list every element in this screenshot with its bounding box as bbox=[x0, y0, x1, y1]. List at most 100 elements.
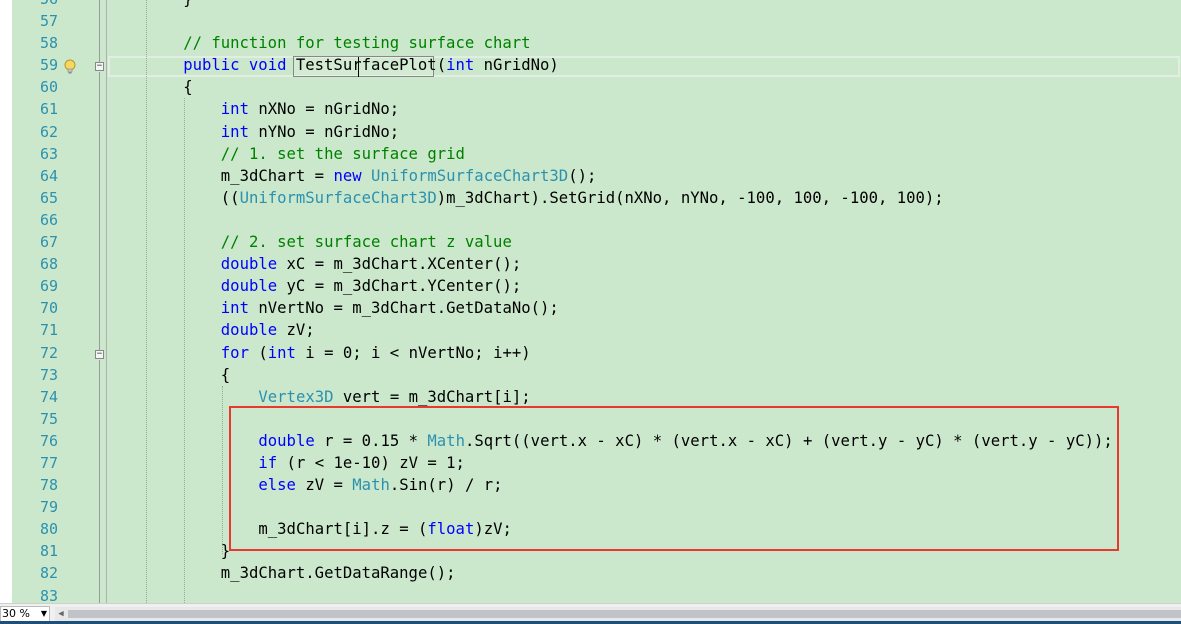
code-text[interactable]: ((UniformSurfaceChart3D)m_3dChart).SetGr… bbox=[221, 187, 944, 209]
keyword-token: int bbox=[267, 343, 296, 362]
code-line[interactable]: 59 public void TestSurfacePlot(int nGridN… bbox=[0, 54, 1181, 76]
code-token: nVertNo = m_3dChart.GetDataNo(); bbox=[248, 299, 559, 318]
code-line[interactable]: 72 for (int i = 0; i < nVertNo; i++) bbox=[0, 342, 1181, 364]
code-line[interactable]: 61 int nXNo = nGridNo; bbox=[0, 98, 1181, 120]
code-text[interactable]: m_3dChart.GetDataRange(); bbox=[221, 562, 456, 584]
horizontal-scrollbar[interactable]: ◀ bbox=[55, 607, 1181, 621]
code-text[interactable]: { bbox=[221, 364, 230, 386]
code-line[interactable]: 62 int nYNo = nGridNo; bbox=[0, 121, 1181, 143]
code-line[interactable]: 66 bbox=[0, 209, 1181, 231]
collapse-icon[interactable]: − bbox=[95, 62, 104, 71]
code-text[interactable]: // function for testing surface chart bbox=[183, 32, 530, 54]
lightbulb-icon[interactable] bbox=[63, 59, 77, 75]
code-text[interactable]: double yC = m_3dChart.YCenter(); bbox=[221, 275, 521, 297]
code-text[interactable]: // 2. set surface chart z value bbox=[221, 231, 512, 253]
keyword-token: public bbox=[183, 56, 240, 75]
code-line[interactable]: 82 m_3dChart.GetDataRange(); bbox=[0, 562, 1181, 584]
comment-token: // function for testing surface chart bbox=[183, 34, 531, 53]
line-number: 59 bbox=[39, 56, 58, 75]
comment-token: // 1. set the surface grid bbox=[220, 144, 465, 163]
line-number: 67 bbox=[39, 233, 58, 252]
code-editor[interactable]: 56} 57 58 // function for testing surface c… bbox=[0, 0, 1181, 603]
code-line[interactable]: 65 ((UniformSurfaceChart3D)m_3dChart).Set… bbox=[0, 187, 1181, 209]
line-number: 66 bbox=[39, 210, 58, 229]
line-number: 56 bbox=[12, 0, 58, 10]
line-number: 82 bbox=[39, 564, 58, 583]
keyword-token: for bbox=[220, 343, 249, 362]
type-token: UniformSurfaceChart3D bbox=[371, 166, 569, 185]
code-text[interactable]: double xC = m_3dChart.XCenter(); bbox=[221, 253, 521, 275]
code-line[interactable]: 64 m_3dChart = new UniformSurfaceChart3D(… bbox=[0, 165, 1181, 187]
collapse-icon[interactable]: − bbox=[95, 350, 104, 359]
line-number: 75 bbox=[39, 409, 58, 428]
code-line[interactable]: 60 { bbox=[0, 76, 1181, 98]
line-number: 77 bbox=[39, 453, 58, 472]
line-number: 73 bbox=[39, 365, 58, 384]
code-line[interactable]: 67 // 2. set surface chart z value bbox=[0, 231, 1181, 253]
line-number: 81 bbox=[39, 542, 58, 561]
zoom-value: 30 % bbox=[2, 607, 30, 620]
chevron-down-icon[interactable]: ▼ bbox=[41, 607, 47, 621]
line-number: 74 bbox=[39, 387, 58, 406]
code-line[interactable]: 69 double yC = m_3dChart.YCenter(); bbox=[0, 275, 1181, 297]
code-token: (); bbox=[568, 166, 597, 185]
line-number: 64 bbox=[39, 166, 58, 185]
line-number: 62 bbox=[39, 122, 58, 141]
line-number: 61 bbox=[39, 100, 58, 119]
indent-guide bbox=[222, 386, 223, 554]
code-token: { bbox=[220, 365, 231, 384]
code-text[interactable]: // 1. set the surface grid bbox=[221, 143, 465, 165]
line-number: 68 bbox=[39, 255, 58, 274]
code-token: TestSurfacePlot( bbox=[286, 56, 447, 75]
line-number: 76 bbox=[39, 431, 58, 450]
line-number: 57 bbox=[39, 12, 58, 31]
code-text[interactable]: { bbox=[183, 76, 192, 98]
code-line[interactable]: 68 double xC = m_3dChart.XCenter(); bbox=[0, 253, 1181, 275]
type-token: UniformSurfaceChart3D bbox=[239, 188, 437, 207]
code-text[interactable]: int nXNo = nGridNo; bbox=[221, 98, 399, 120]
code-token: m_3dChart.GetDataRange(); bbox=[220, 564, 456, 583]
code-token: yC = m_3dChart.YCenter(); bbox=[277, 277, 522, 296]
code-text[interactable]: } bbox=[183, 0, 192, 10]
outline-line bbox=[99, 360, 100, 603]
code-text[interactable]: int nYNo = nGridNo; bbox=[221, 121, 399, 143]
code-line[interactable]: 63 // 1. set the surface grid bbox=[0, 143, 1181, 165]
scrollbar-thumb[interactable] bbox=[68, 610, 1181, 618]
outlining-separator bbox=[106, 0, 107, 603]
code-text[interactable]: m_3dChart = new UniformSurfaceChart3D(); bbox=[221, 165, 597, 187]
line-number: 63 bbox=[39, 144, 58, 163]
code-line[interactable]: 83 bbox=[0, 585, 1181, 603]
code-token: m_3dChart = bbox=[220, 166, 334, 185]
line-number: 71 bbox=[39, 321, 58, 340]
line-number: 79 bbox=[39, 498, 58, 517]
line-number: 72 bbox=[39, 343, 58, 362]
code-token: )m_3dChart).SetGrid(nXNo, nYNo, -100, 10… bbox=[436, 188, 944, 207]
code-token: ( bbox=[248, 343, 268, 362]
keyword-token: int bbox=[446, 56, 475, 75]
code-line[interactable]: 74 Vertex3D vert = m_3dChart[i]; bbox=[0, 386, 1181, 408]
code-line[interactable]: 57 bbox=[0, 10, 1181, 32]
outline-line bbox=[99, 0, 100, 62]
code-token: nGridNo) bbox=[474, 56, 559, 75]
code-line[interactable]: 71 double zV; bbox=[0, 319, 1181, 341]
comment-token: // 2. set surface chart z value bbox=[220, 233, 512, 252]
code-line[interactable]: 70 int nVertNo = m_3dChart.GetDataNo(); bbox=[0, 297, 1181, 319]
code-text[interactable]: for (int i = 0; i < nVertNo; i++) bbox=[221, 342, 531, 364]
indent-guide bbox=[184, 98, 185, 603]
keyword-token: double bbox=[220, 277, 278, 296]
code-line[interactable]: 58 // function for testing surface chart bbox=[0, 32, 1181, 54]
keyword-token: new bbox=[333, 166, 362, 185]
type-token: Vertex3D bbox=[258, 387, 334, 406]
code-text[interactable]: public void TestSurfacePlot(int nGridNo) bbox=[183, 54, 559, 76]
zoom-dropdown[interactable]: 30 % ▼ bbox=[0, 606, 50, 622]
line-number: 69 bbox=[39, 277, 58, 296]
code-line[interactable]: 73 { bbox=[0, 364, 1181, 386]
code-text[interactable]: int nVertNo = m_3dChart.GetDataNo(); bbox=[221, 297, 559, 319]
code-line[interactable]: 56} bbox=[0, 0, 1181, 10]
code-text[interactable]: Vertex3D vert = m_3dChart[i]; bbox=[258, 386, 530, 408]
code-text[interactable]: double zV; bbox=[221, 319, 315, 341]
code-token: nYNo = nGridNo; bbox=[248, 122, 400, 141]
scroll-left-icon[interactable]: ◀ bbox=[55, 607, 67, 621]
